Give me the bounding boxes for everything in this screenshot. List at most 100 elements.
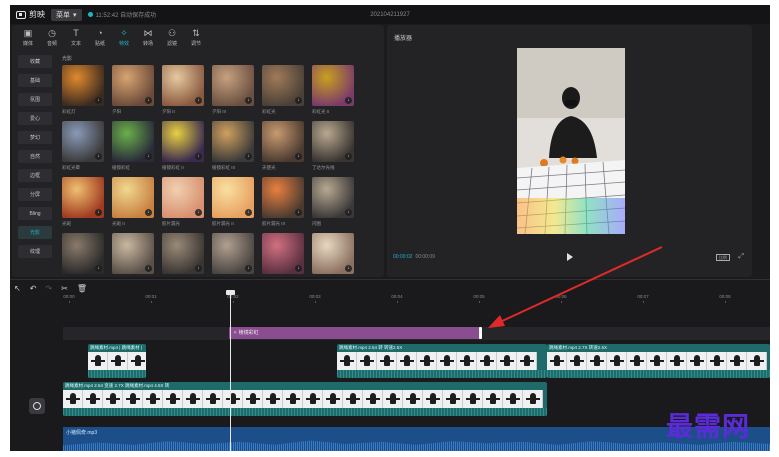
effect-tile[interactable]: ↓ 夕阳 <box>112 65 156 121</box>
overlay-video-clip[interactable]: 跳绳素材.mp4 2.7X 转速2.5X <box>547 344 770 378</box>
download-icon[interactable]: ↓ <box>95 97 102 104</box>
download-icon[interactable]: ↓ <box>245 265 252 272</box>
tool-tab-label: 音频 <box>46 41 57 47</box>
download-icon[interactable]: ↓ <box>295 265 302 272</box>
video-frame-thumbnail <box>503 390 523 408</box>
effects-icon: ✧ <box>120 28 128 38</box>
category-item[interactable]: 光影 <box>18 226 52 239</box>
menu-label: 菜单 <box>56 11 70 19</box>
select-cursor-icon[interactable]: ↖ <box>14 284 21 293</box>
download-icon[interactable]: ↓ <box>295 209 302 216</box>
tool-tab-1[interactable]: ◷ 音频 <box>40 25 64 51</box>
effect-label: 夕阳 II <box>162 109 175 114</box>
effect-clip[interactable]: ✧ 棱镜彩虹 <box>229 327 482 339</box>
effect-tile[interactable]: ↓ 丁达尔光线 <box>312 121 356 177</box>
effect-tile[interactable]: ↓ 彩虹灯 <box>62 65 106 121</box>
category-item[interactable]: 梦幻 <box>18 131 52 144</box>
effect-tile[interactable]: ↓ 棱镜彩虹 II <box>162 121 206 177</box>
download-icon[interactable]: ↓ <box>195 265 202 272</box>
tool-tab-2[interactable]: T 文本 <box>64 25 88 51</box>
undo-icon[interactable]: ↶ <box>30 284 37 293</box>
effect-tile[interactable]: ↓ 棱镜彩虹 <box>112 121 156 177</box>
category-item[interactable]: 自然 <box>18 150 52 163</box>
download-icon[interactable]: ↓ <box>345 153 352 160</box>
download-icon[interactable]: ↓ <box>145 97 152 104</box>
playhead[interactable] <box>230 291 231 451</box>
download-icon[interactable]: ↓ <box>95 209 102 216</box>
play-button[interactable] <box>567 253 573 261</box>
category-item[interactable]: Bling <box>18 207 52 220</box>
download-icon[interactable]: ↓ <box>145 153 152 160</box>
redo-icon[interactable]: ↷ <box>45 284 52 293</box>
download-icon[interactable]: ↓ <box>145 209 152 216</box>
player-title: 播放器 <box>394 36 413 42</box>
download-icon[interactable]: ↓ <box>95 265 102 272</box>
tool-tab-0[interactable]: ▣ 媒体 <box>16 25 40 51</box>
video-frame-thumbnail <box>377 352 397 370</box>
total-time: 00:00:09 <box>415 254 435 260</box>
download-icon[interactable]: ↓ <box>345 265 352 272</box>
download-icon[interactable]: ↓ <box>345 97 352 104</box>
category-item[interactable]: 收藏 <box>18 55 52 68</box>
effect-tile[interactable]: ↓ 天使光 <box>262 121 306 177</box>
menu-button[interactable]: 菜单 ▾ <box>51 8 82 21</box>
ruler-label: 00:00 <box>63 294 75 299</box>
delete-icon[interactable]: 🗑 <box>77 284 87 293</box>
effect-tile[interactable]: ↓ 胶片漏光 <box>162 177 206 233</box>
tool-tab-4[interactable]: ✧ 特效 <box>112 25 136 51</box>
download-icon[interactable]: ↓ <box>295 153 302 160</box>
effect-thumbnail: ↓ <box>112 65 154 106</box>
tool-tab-3[interactable]: ◔ 贴纸 <box>88 25 112 51</box>
split-icon[interactable]: ✂ <box>61 284 68 293</box>
effect-tile[interactable]: ↓ 闪图 <box>312 177 356 233</box>
download-icon[interactable]: ↓ <box>245 209 252 216</box>
category-item[interactable]: 氛围 <box>18 93 52 106</box>
timeline-ruler[interactable]: 00:00 00:01 00:02 00:03 00:04 00:05 00:06 00:07… <box>63 293 770 303</box>
download-icon[interactable]: ↓ <box>295 97 302 104</box>
ratio-button[interactable]: 比例 <box>716 254 730 261</box>
clip-audio-wave <box>547 370 770 378</box>
video-frame-thumbnail <box>263 390 283 408</box>
category-item[interactable]: 基础 <box>18 74 52 87</box>
video-preview[interactable] <box>517 48 625 234</box>
tool-tab-7[interactable]: ⇅ 调节 <box>184 25 208 51</box>
sticker-icon: ◔ <box>97 28 103 38</box>
effect-tile[interactable]: ↓ 棱镜彩虹 III <box>212 121 256 177</box>
overlay-video-clip[interactable]: 跳绳素材.mp4 2.54 转 转速2.5X <box>337 344 547 378</box>
download-icon[interactable]: ↓ <box>145 265 152 272</box>
category-item[interactable]: 爱心 <box>18 112 52 125</box>
tool-tab-5[interactable]: ⋈ 转场 <box>136 25 160 51</box>
effect-tile[interactable]: ↓ 彩虹光 <box>262 65 306 121</box>
current-time: 00:00:02 <box>393 254 413 260</box>
effect-tile[interactable]: ↓ 光斑 <box>62 177 106 233</box>
video-frame-thumbnail <box>283 390 303 408</box>
video-frame-thumbnail <box>103 390 123 408</box>
effect-tile[interactable]: ↓ 夕阳 II <box>162 65 206 121</box>
category-item[interactable]: 边框 <box>18 169 52 182</box>
category-item[interactable]: 分屏 <box>18 188 52 201</box>
effect-tile[interactable]: ↓ 胶片漏光 II <box>212 177 256 233</box>
overlay-video-clip[interactable]: 跳绳素材.mp4 | 跳绳素材 | <box>88 344 146 378</box>
download-icon[interactable]: ↓ <box>245 97 252 104</box>
effect-tile[interactable]: ↓ 彩虹光 II <box>312 65 356 121</box>
video-frame-thumbnail <box>443 390 463 408</box>
video-frame-thumbnail <box>163 390 183 408</box>
effect-clip-trim-handle[interactable] <box>479 327 482 339</box>
audio-clip[interactable]: 小猪佩奇.mp3 <box>63 427 770 451</box>
download-icon[interactable]: ↓ <box>95 153 102 160</box>
effect-tile[interactable]: ↓ 光斑 II <box>112 177 156 233</box>
effect-tile[interactable]: ↓ 彩虹光晕 <box>62 121 106 177</box>
effect-tile[interactable]: ↓ 胶片漏光 III <box>262 177 306 233</box>
category-item[interactable]: 纹理 <box>18 245 52 258</box>
download-icon[interactable]: ↓ <box>245 153 252 160</box>
effect-thumbnail: ↓ <box>62 177 104 218</box>
download-icon[interactable]: ↓ <box>195 97 202 104</box>
tool-tab-6[interactable]: ⚇ 滤镜 <box>160 25 184 51</box>
download-icon[interactable]: ↓ <box>195 153 202 160</box>
main-video-clip[interactable]: 跳绳素材.mp4 2.54 变速 2.7X 跳绳素材.mp4 4.5X 转 <box>63 382 547 416</box>
main-track-cover-button[interactable] <box>29 398 45 414</box>
download-icon[interactable]: ↓ <box>195 209 202 216</box>
download-icon[interactable]: ↓ <box>345 209 352 216</box>
effect-tile[interactable]: ↓ 夕阳 III <box>212 65 256 121</box>
fullscreen-icon[interactable]: ⤢ <box>738 253 744 261</box>
